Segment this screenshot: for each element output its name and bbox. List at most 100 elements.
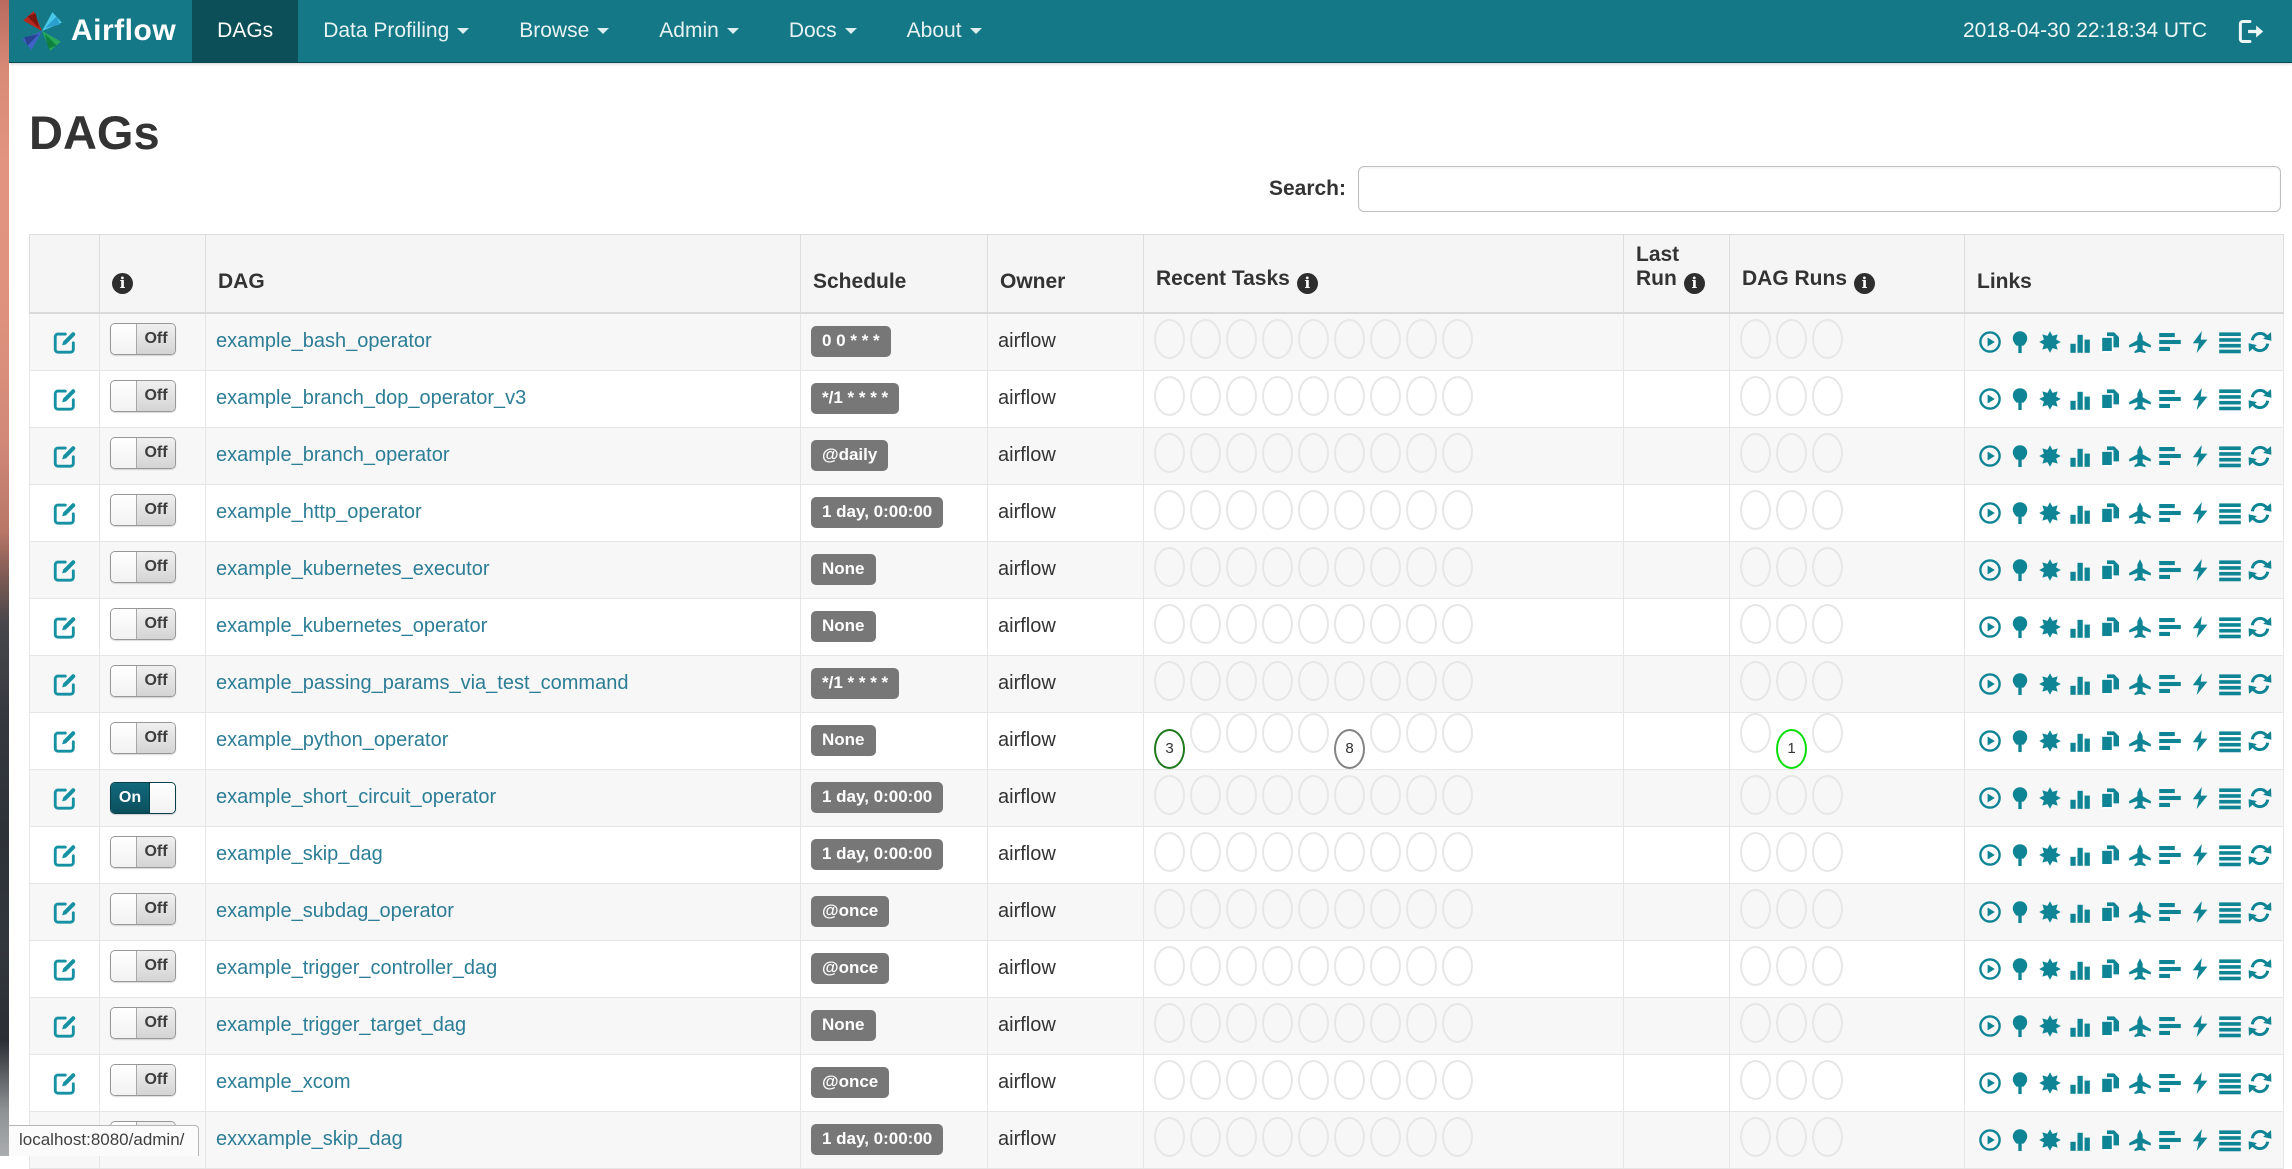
- tree-view-icon[interactable]: [2008, 1071, 2032, 1095]
- dag-link[interactable]: example_http_operator: [216, 501, 422, 523]
- task-tries-icon[interactable]: [2098, 1014, 2122, 1038]
- recent-task-circle[interactable]: [1190, 432, 1221, 473]
- refresh-icon[interactable]: [2248, 330, 2272, 354]
- recent-task-circle[interactable]: [1154, 945, 1185, 986]
- code-view-icon[interactable]: [2188, 501, 2212, 525]
- task-tries-icon[interactable]: [2098, 729, 2122, 753]
- dag-run-circle[interactable]: [1776, 603, 1807, 644]
- nav-item-admin[interactable]: Admin: [634, 0, 764, 62]
- recent-task-circle[interactable]: [1370, 1059, 1401, 1100]
- recent-task-circle[interactable]: [1262, 489, 1293, 530]
- code-view-icon[interactable]: [2188, 615, 2212, 639]
- recent-task-circle[interactable]: [1154, 1116, 1185, 1157]
- schedule-badge[interactable]: 0 0 * * *: [811, 326, 891, 358]
- recent-task-circle[interactable]: [1442, 489, 1473, 530]
- recent-task-circle[interactable]: [1442, 546, 1473, 587]
- recent-task-circle[interactable]: [1370, 1002, 1401, 1043]
- nav-item-data-profiling[interactable]: Data Profiling: [298, 0, 494, 62]
- dag-run-circle[interactable]: [1740, 489, 1771, 530]
- logs-icon[interactable]: [2218, 558, 2242, 582]
- graph-view-icon[interactable]: [2038, 558, 2062, 582]
- code-view-icon[interactable]: [2188, 900, 2212, 924]
- logs-icon[interactable]: [2218, 957, 2242, 981]
- refresh-icon[interactable]: [2248, 729, 2272, 753]
- recent-task-circle[interactable]: [1334, 546, 1365, 587]
- refresh-icon[interactable]: [2248, 444, 2272, 468]
- nav-item-browse[interactable]: Browse: [494, 0, 634, 62]
- recent-task-circle[interactable]: [1262, 1002, 1293, 1043]
- trigger-dag-icon[interactable]: [1978, 1071, 2002, 1095]
- task-tries-icon[interactable]: [2098, 1128, 2122, 1152]
- recent-task-circle[interactable]: [1298, 774, 1329, 815]
- recent-task-circle[interactable]: [1298, 375, 1329, 416]
- dag-run-circle[interactable]: [1812, 712, 1843, 753]
- edit-dag-icon[interactable]: [52, 444, 78, 466]
- recent-task-circle[interactable]: [1226, 432, 1257, 473]
- recent-task-circle[interactable]: [1190, 546, 1221, 587]
- recent-task-circle[interactable]: [1334, 489, 1365, 530]
- logs-icon[interactable]: [2218, 444, 2242, 468]
- tree-view-icon[interactable]: [2008, 1128, 2032, 1152]
- refresh-icon[interactable]: [2248, 558, 2272, 582]
- dag-run-circle[interactable]: [1812, 945, 1843, 986]
- recent-task-circle[interactable]: [1442, 318, 1473, 359]
- dag-run-circle[interactable]: [1740, 712, 1771, 753]
- task-duration-icon[interactable]: [2068, 558, 2092, 582]
- logs-icon[interactable]: [2218, 1128, 2242, 1152]
- schedule-badge[interactable]: @once: [811, 953, 890, 984]
- task-duration-icon[interactable]: [2068, 786, 2092, 810]
- task-tries-icon[interactable]: [2098, 615, 2122, 639]
- recent-task-circle[interactable]: [1226, 831, 1257, 872]
- recent-task-circle[interactable]: [1190, 831, 1221, 872]
- task-tries-icon[interactable]: [2098, 786, 2122, 810]
- graph-view-icon[interactable]: [2038, 615, 2062, 639]
- recent-task-circle[interactable]: [1262, 831, 1293, 872]
- recent-task-circle[interactable]: [1370, 774, 1401, 815]
- tree-view-icon[interactable]: [2008, 501, 2032, 525]
- recent-task-circle[interactable]: [1442, 774, 1473, 815]
- recent-task-circle[interactable]: [1370, 375, 1401, 416]
- recent-task-circle[interactable]: [1406, 603, 1437, 644]
- task-duration-icon[interactable]: [2068, 444, 2092, 468]
- recent-task-circle[interactable]: [1442, 888, 1473, 929]
- recent-task-circle[interactable]: [1226, 888, 1257, 929]
- recent-task-circle[interactable]: [1154, 489, 1185, 530]
- gantt-view-icon[interactable]: [2158, 501, 2182, 525]
- schedule-badge[interactable]: */1 * * * *: [811, 668, 900, 699]
- dag-run-circle[interactable]: [1776, 432, 1807, 473]
- trigger-dag-icon[interactable]: [1978, 387, 2002, 411]
- dag-pause-toggle[interactable]: Off: [110, 323, 176, 356]
- edit-dag-icon[interactable]: [52, 729, 78, 751]
- dag-run-circle[interactable]: [1812, 603, 1843, 644]
- landing-times-icon[interactable]: [2128, 330, 2152, 354]
- trigger-dag-icon[interactable]: [1978, 843, 2002, 867]
- dag-run-circle[interactable]: [1740, 888, 1771, 929]
- logs-icon[interactable]: [2218, 330, 2242, 354]
- task-tries-icon[interactable]: [2098, 1071, 2122, 1095]
- dag-pause-toggle[interactable]: Off: [110, 722, 176, 754]
- recent-task-circle[interactable]: [1190, 1116, 1221, 1157]
- recent-task-circle[interactable]: [1298, 1116, 1329, 1157]
- recent-task-circle[interactable]: [1190, 375, 1221, 416]
- recent-task-circle[interactable]: [1298, 1059, 1329, 1100]
- refresh-icon[interactable]: [2248, 900, 2272, 924]
- edit-dag-icon[interactable]: [52, 501, 78, 523]
- trigger-dag-icon[interactable]: [1978, 672, 2002, 696]
- refresh-icon[interactable]: [2248, 672, 2272, 696]
- recent-task-circle[interactable]: [1190, 660, 1221, 701]
- graph-view-icon[interactable]: [2038, 444, 2062, 468]
- recent-task-circle[interactable]: [1370, 888, 1401, 929]
- dag-link[interactable]: example_kubernetes_operator: [216, 615, 487, 637]
- schedule-badge[interactable]: 1 day, 0:00:00: [811, 1124, 944, 1155]
- recent-task-circle[interactable]: [1334, 945, 1365, 986]
- task-duration-icon[interactable]: [2068, 330, 2092, 354]
- info-icon[interactable]: [1854, 273, 1875, 294]
- recent-task-circle[interactable]: [1226, 945, 1257, 986]
- refresh-icon[interactable]: [2248, 501, 2272, 525]
- dag-run-circle[interactable]: [1740, 831, 1771, 872]
- gantt-view-icon[interactable]: [2158, 615, 2182, 639]
- recent-task-circle[interactable]: [1190, 1059, 1221, 1100]
- edit-dag-icon[interactable]: [52, 900, 78, 922]
- recent-task-circle[interactable]: [1334, 318, 1365, 359]
- schedule-badge[interactable]: None: [811, 1010, 876, 1041]
